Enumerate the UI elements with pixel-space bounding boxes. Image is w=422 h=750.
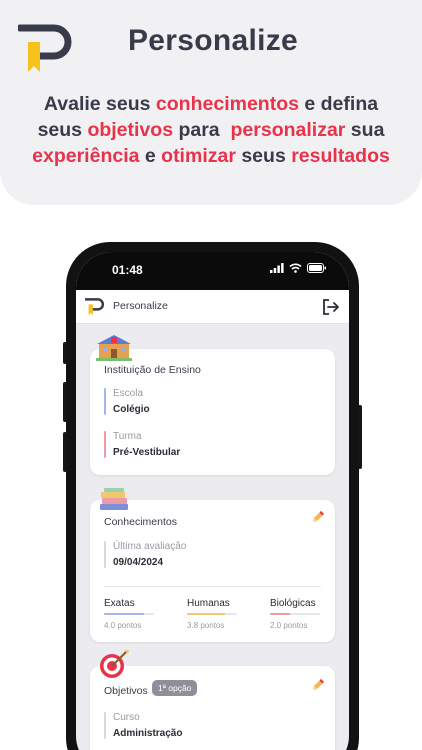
status-icons [270, 263, 327, 273]
tagline-segment: para [173, 119, 231, 141]
status-bar: 01:48 [76, 252, 349, 290]
area-progress-track [104, 613, 154, 615]
brand-title: Personalize [128, 24, 299, 57]
field-label: Curso [113, 712, 140, 723]
tagline-highlight: resultados [291, 145, 390, 167]
area-progress-track [270, 613, 320, 615]
phone-volume-down [63, 432, 67, 472]
edit-pencil-icon[interactable] [310, 677, 326, 693]
card-title: Instituição de Ensino [104, 364, 201, 376]
field-value: Pré-Vestibular [113, 447, 181, 458]
field-accent [104, 431, 106, 458]
field-accent [104, 712, 106, 739]
hero-panel: Personalize Avalie seus conhecimentos e … [0, 0, 422, 205]
tagline-highlight: personalizar [230, 119, 346, 141]
field-value: 09/04/2024 [113, 557, 164, 568]
tagline-segment: e [139, 145, 162, 167]
tagline-line: experiência e otimizar seus resultados [0, 143, 422, 169]
app-logo-icon [85, 298, 105, 316]
area-progress-fill [187, 613, 225, 615]
area-humanas: Humanas 3.8 pontos [187, 598, 237, 630]
divider [104, 586, 321, 587]
last-evaluation-field: Última avaliação 09/04/2024 [104, 541, 186, 568]
field-label: Turma [113, 431, 142, 442]
phone-volume-up [63, 382, 67, 422]
battery-icon [307, 263, 326, 273]
class-field: Turma Pré-Vestibular [104, 431, 180, 458]
tagline-segment: sua [345, 119, 385, 141]
area-points: 2.0 pontos [270, 621, 308, 630]
signal-icon [270, 263, 284, 273]
area-name: Biológicas [270, 598, 316, 609]
logout-icon[interactable] [322, 298, 340, 316]
area-points: 3.8 pontos [187, 621, 225, 630]
card-title: Objetivos [104, 685, 148, 697]
area-progress-fill [104, 613, 144, 615]
option-badge: 1ª opção [152, 680, 198, 696]
tagline-segment: e defina [298, 93, 379, 115]
tagline-segment: seus [235, 145, 292, 167]
course-field: Curso Administração [104, 712, 182, 739]
tagline: Avalie seus conhecimentos e defina seus … [0, 91, 422, 169]
app-title: Personalize [113, 300, 168, 312]
tagline-highlight: objetivos [87, 119, 174, 141]
field-label: Escola [113, 388, 144, 399]
wifi-icon [289, 263, 302, 273]
app-header: Personalize [76, 290, 349, 324]
status-time: 01:48 [112, 263, 143, 277]
field-label: Última avaliação [113, 541, 187, 552]
tagline-segment: seus [37, 119, 88, 141]
tagline-segment: Avalie seus [43, 93, 156, 115]
edit-pencil-icon[interactable] [310, 509, 326, 525]
tagline-highlight: experiência [32, 145, 140, 167]
phone-silent-switch [63, 342, 67, 364]
phone-screen: 01:48 Personalize Instituição de Ensino … [76, 252, 349, 750]
target-icon [100, 650, 129, 678]
area-name: Humanas [187, 598, 230, 609]
tagline-highlight: otimizar [161, 145, 236, 167]
tagline-line: seus objetivos para personalizar sua [0, 117, 422, 143]
school-field: Escola Colégio [104, 388, 150, 415]
field-value: Administração [113, 728, 183, 739]
app-logo-icon [18, 24, 72, 72]
area-points: 4.0 pontos [104, 621, 142, 630]
knowledge-card[interactable]: Conhecimentos Última avaliação 09/04/202… [90, 488, 335, 642]
school-building-icon [96, 335, 132, 361]
books-icon [100, 488, 128, 510]
area-progress-fill [270, 613, 290, 615]
institution-card[interactable]: Instituição de Ensino Escola Colégio Tur… [90, 335, 335, 475]
phone-power-button [358, 405, 362, 469]
tagline-line: Avalie seus conhecimentos e defina [0, 91, 422, 117]
area-name: Exatas [104, 598, 135, 609]
area-biologicas: Biológicas 2.0 pontos [270, 598, 320, 630]
field-accent [104, 541, 106, 568]
area-exatas: Exatas 4.0 pontos [104, 598, 154, 630]
tagline-highlight: conhecimentos [155, 93, 299, 115]
area-progress-track [187, 613, 237, 615]
card-title: Conhecimentos [104, 516, 177, 528]
field-accent [104, 388, 106, 415]
goals-card[interactable]: Objetivos 1ª opção Curso Administração [90, 650, 335, 750]
field-value: Colégio [113, 404, 150, 415]
